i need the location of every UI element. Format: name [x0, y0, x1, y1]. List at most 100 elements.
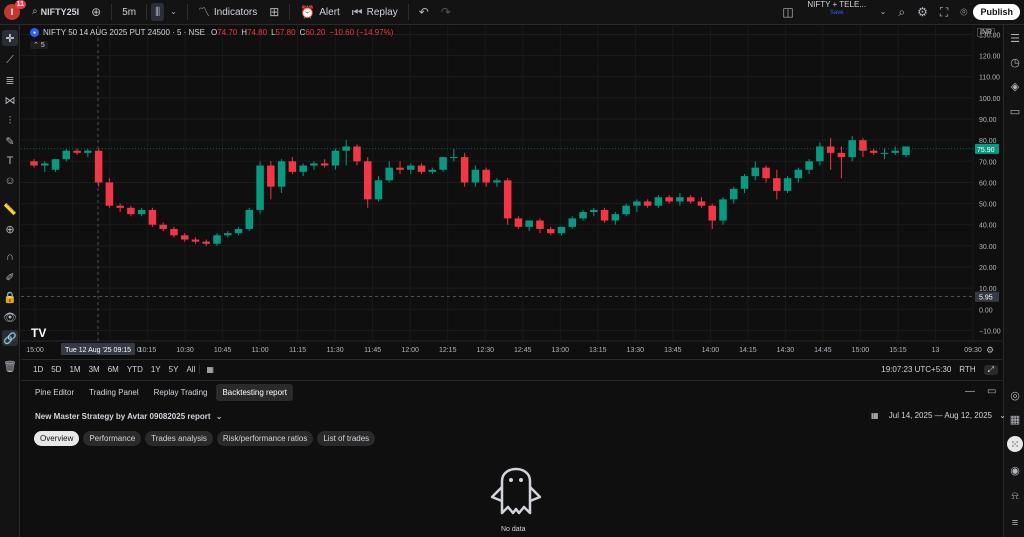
chart-area[interactable]: 130.00 120.00 110.00 100.00 90.00 80.00 70.00 6… [21, 26, 1002, 356]
scale-gear-icon: ⚙ [986, 346, 994, 356]
candle-body [460, 157, 469, 183]
user-avatar[interactable]: I 11 [4, 0, 26, 20]
chart-type-button[interactable]: ⫴ [151, 3, 165, 21]
saved-layout-button[interactable]: NIFTY + TELE... Save [800, 0, 874, 25]
panel-maximize-button[interactable]: ▭ [987, 386, 996, 397]
goto-date-button[interactable]: ▦ [199, 365, 218, 374]
stay-drawing-tool[interactable]: ✐ [2, 269, 18, 285]
date-range-button[interactable]: ▦ Jul 14, 2025 — Aug 12, 2025 ⌄ [871, 411, 1006, 420]
redo-button[interactable]: ↷ [435, 0, 457, 25]
text-tool[interactable]: T [2, 153, 18, 169]
magnet-tool[interactable]: ∩ [2, 249, 18, 265]
panel-minimize-button[interactable]: — [965, 386, 975, 397]
help-button[interactable]: ⍾ [1007, 488, 1023, 504]
layouts-button[interactable]: ⊞ [263, 0, 285, 25]
more-button[interactable]: ≡ [1007, 515, 1023, 531]
object-tree-button[interactable]: ◈ [1007, 78, 1023, 94]
candle-body [363, 161, 372, 200]
forecast-tool[interactable]: ⫶ [2, 113, 18, 129]
range-all[interactable]: All [182, 365, 199, 374]
tab-trading-panel[interactable]: Trading Panel [83, 384, 145, 401]
timezone-clock[interactable]: 19:07:23 UTC+5:30 [881, 365, 955, 374]
crosshair-tool[interactable]: ✛ [2, 30, 18, 46]
replay-button[interactable]: ⏮ Replay [346, 0, 404, 25]
chip-overview[interactable]: Overview [34, 431, 80, 446]
candle-body [676, 197, 684, 202]
x-tick-label: 10:30 [176, 347, 194, 354]
crosshair-price-label: 5.95 [979, 295, 993, 302]
tab-backtesting-report[interactable]: Backtesting report [216, 383, 293, 401]
crosshair-time-label: Tue 12 Aug '25 09:15 [65, 347, 131, 354]
report-title-button[interactable]: New Master Strategy by Avtar 09082025 re… [35, 412, 222, 421]
remove-tool[interactable]: 🗑 [2, 358, 18, 374]
top-right-group: ◫ NIFTY + TELE... Save ⌄ ⌕ ⚙ ⛶ ⌾ Publish [776, 0, 1024, 25]
ideas-button[interactable]: ◉ [1007, 462, 1023, 478]
list-icon: ☰ [1010, 32, 1020, 45]
candle-body [224, 233, 232, 236]
range-3m[interactable]: 3M [85, 365, 104, 374]
range-5d[interactable]: 5D [47, 365, 65, 374]
chevron-down-icon: ⌄ [879, 7, 887, 16]
chat-button[interactable]: ▭ [1007, 103, 1023, 119]
x-tick-label: 13:15 [589, 347, 607, 354]
fib-tool[interactable]: ≣ [2, 72, 18, 88]
hide-tool[interactable]: 👁 [2, 309, 18, 325]
brush-tool[interactable]: ✎ [2, 133, 18, 149]
tab-pine-editor[interactable]: Pine Editor [29, 384, 80, 401]
indicators-icon: 〽 [197, 5, 210, 19]
zoom-tool[interactable]: ⊕ [2, 221, 18, 237]
undo-button[interactable]: ↶ [413, 0, 435, 25]
candle-body [320, 163, 329, 166]
publish-button[interactable]: Publish [973, 4, 1020, 20]
range-1m[interactable]: 1M [65, 365, 84, 374]
layout-split-button[interactable]: ◫ [776, 0, 799, 25]
tab-replay-trading[interactable]: Replay Trading [148, 384, 214, 401]
chip-trades-analysis[interactable]: Trades analysis [145, 431, 213, 446]
compare-button[interactable]: ⊕ [85, 0, 107, 25]
minus-icon: — [965, 386, 975, 397]
range-ytd[interactable]: YTD [123, 365, 147, 374]
interval-button[interactable]: 5m [116, 0, 142, 25]
calendar-button[interactable]: ▦ [1007, 411, 1023, 427]
settings-button[interactable]: ⚙ [911, 0, 934, 25]
legend-low: 57.80 [275, 28, 296, 37]
scale-settings-button[interactable]: ⤢ [983, 364, 998, 375]
x-tick-label: 13 [932, 347, 940, 354]
alerts-button[interactable]: ◷ [1007, 54, 1023, 70]
legend-open: 74.70 [217, 28, 238, 37]
layout-save-status: Save [829, 9, 844, 16]
sync-tool[interactable]: 🔗 [2, 330, 18, 346]
layout-dropdown[interactable]: ⌄ [874, 0, 893, 25]
range-6m[interactable]: 6M [104, 365, 123, 374]
price-chart[interactable]: 130.00120.00110.00100.0090.0080.0070.006… [21, 26, 1002, 356]
alert-button[interactable]: ⏰ Alert [294, 0, 346, 25]
chart-type-dropdown[interactable]: ⌄ [164, 0, 183, 25]
symbol-search[interactable]: ⌕ NIFTY25I [26, 0, 85, 25]
range-1d[interactable]: 1D [29, 365, 47, 374]
fullscreen-button[interactable]: ⛶ [934, 0, 954, 25]
chip-list-of-trades[interactable]: List of trades [317, 431, 376, 446]
lock-tool[interactable]: 🔒 [2, 289, 18, 305]
candle-body [417, 165, 426, 172]
notifications-button[interactable]: ◎ [1007, 387, 1023, 403]
currency-label[interactable]: INR [977, 28, 996, 37]
pattern-tool[interactable]: ⋈ [2, 92, 18, 108]
session-button[interactable]: RTH [955, 365, 979, 374]
ruler-tool[interactable]: 📏 [2, 201, 18, 217]
range-5y[interactable]: 5Y [165, 365, 183, 374]
trendline-tool[interactable]: ⟋ [2, 52, 18, 68]
chip-risk-ratios[interactable]: Risk/performance ratios [216, 431, 314, 446]
quick-search-button[interactable]: ⌕ [892, 0, 911, 25]
watchlist-button[interactable]: ☰ [1007, 30, 1023, 46]
x-tick-label: 14:30 [777, 347, 795, 354]
x-tick-label: 11:45 [364, 347, 381, 354]
apps-button[interactable]: ⁙ [1007, 436, 1023, 452]
range-1y[interactable]: 1Y [147, 365, 165, 374]
chip-performance[interactable]: Performance [83, 431, 142, 446]
legend-title[interactable]: NIFTY 50 14 AUG 2025 PUT 24500 · 5 · NSE [43, 28, 205, 37]
legend-collapse[interactable]: ⌃ 5 [30, 41, 48, 49]
indicators-button[interactable]: 〽 Indicators [192, 0, 263, 25]
snapshot-button[interactable]: ⌾ [954, 0, 973, 25]
emoji-tool[interactable]: ☺ [2, 173, 18, 189]
date-range: Jul 14, 2025 — Aug 12, 2025 [888, 411, 992, 420]
